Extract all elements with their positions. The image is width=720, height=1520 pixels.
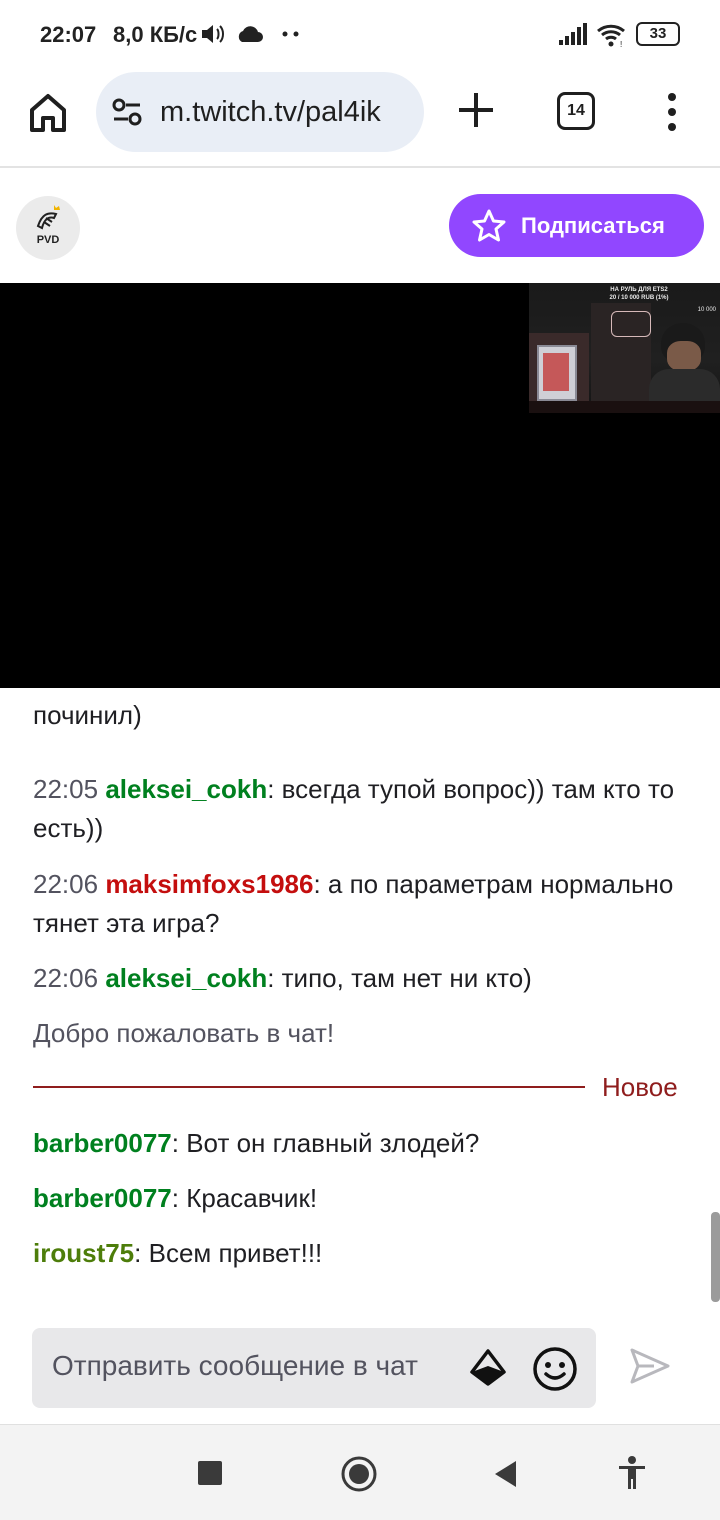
- emote-picker-icon[interactable]: [532, 1346, 578, 1392]
- message-text: : Всем привет!!!: [134, 1238, 323, 1268]
- status-bar: 22:07 8,0 КБ/с ! 33: [0, 0, 720, 68]
- network-speed: 8,0 КБ/с: [113, 22, 198, 47]
- chat-scrollbar[interactable]: [711, 1212, 720, 1302]
- volume-icon: [202, 25, 224, 43]
- message-time: 22:06: [33, 869, 99, 899]
- message-username[interactable]: barber0077: [33, 1183, 172, 1213]
- channel-header: PVD Подписаться: [0, 170, 720, 283]
- home-icon[interactable]: [26, 90, 70, 134]
- chat-message-partial: починил): [33, 688, 693, 735]
- system-navigation-bar: [0, 1424, 720, 1520]
- message-text: : Вот он главный злодей?: [171, 1128, 480, 1158]
- battery-level: 33: [649, 25, 667, 42]
- home-nav-icon[interactable]: [340, 1455, 378, 1493]
- chat-message: 22:06 aleksei_cokh: типо, там нет ни кто…: [33, 959, 693, 998]
- message-username[interactable]: barber0077: [33, 1128, 172, 1158]
- subscribe-button[interactable]: Подписаться: [449, 194, 704, 257]
- chat-message: barber0077: Вот он главный злодей?: [33, 1124, 693, 1163]
- site-settings-icon[interactable]: [112, 98, 142, 126]
- more-notifications-icon: [282, 31, 299, 37]
- battery-icon: 33: [636, 22, 680, 46]
- back-icon[interactable]: [492, 1459, 518, 1489]
- webcam-scene: [529, 283, 720, 413]
- chat-panel: починил) 22:05 aleksei_cokh: всегда тупо…: [0, 688, 720, 1308]
- channel-avatar[interactable]: PVD: [16, 196, 80, 260]
- message-time: 22:05: [33, 774, 99, 804]
- message-text: починил): [33, 700, 142, 730]
- bits-icon[interactable]: [468, 1348, 508, 1388]
- wifi-icon: !: [597, 24, 625, 48]
- browser-toolbar: m.twitch.tv/pal4ik 14: [0, 68, 720, 168]
- message-text: : типо, там нет ни кто): [267, 963, 532, 993]
- cloud-icon: [238, 26, 263, 42]
- message-time: 22:06: [33, 963, 99, 993]
- status-time: 22:07: [40, 22, 97, 47]
- chat-composer: Отправить сообщение в чат: [0, 1308, 720, 1424]
- welcome-message: Добро пожаловать в чат!: [33, 1018, 335, 1048]
- accessibility-icon[interactable]: [616, 1455, 648, 1491]
- donation-goal-title: НА РУЛЬ ДЛЯ ETS2: [610, 287, 668, 293]
- recents-icon[interactable]: [198, 1461, 222, 1485]
- message-username[interactable]: iroust75: [33, 1238, 134, 1268]
- new-tab-icon[interactable]: [456, 90, 496, 130]
- more-menu-icon[interactable]: [662, 92, 682, 132]
- new-messages-label: Новое: [602, 1072, 678, 1102]
- chat-message: 22:06 maksimfoxs1986: а по параметрам но…: [33, 865, 693, 943]
- signal-icon: [559, 23, 587, 45]
- url-text: m.twitch.tv/pal4ik: [160, 96, 381, 128]
- message-text: : Красавчик!: [171, 1183, 318, 1213]
- chat-message: 22:05 aleksei_cokh: всегда тупой вопрос)…: [33, 770, 693, 848]
- subscribe-label: Подписаться: [521, 213, 665, 238]
- avatar-logo-icon: [36, 205, 60, 230]
- message-username[interactable]: aleksei_cokh: [105, 774, 267, 804]
- chat-message: iroust75: Всем привет!!!: [33, 1234, 693, 1273]
- donation-goal-target: 10 000: [697, 307, 716, 313]
- webcam-overlay: НА РУЛЬ ДЛЯ ETS2 20 / 10 000 RUB (1%) 10…: [529, 283, 720, 413]
- donation-goal-caption: НА РУЛЬ ДЛЯ ETS2 20 / 10 000 RUB (1%): [599, 286, 679, 302]
- donation-goal-progress: 20 / 10 000 RUB (1%): [609, 295, 669, 301]
- chat-input-placeholder: Отправить сообщение в чат: [52, 1350, 418, 1381]
- chat-input[interactable]: Отправить сообщение в чат: [32, 1328, 596, 1408]
- avatar-label: PVD: [36, 234, 60, 246]
- chat-message: barber0077: Красавчик!: [33, 1179, 693, 1218]
- send-icon[interactable]: [628, 1346, 672, 1386]
- new-messages-divider: [33, 1086, 585, 1088]
- star-icon: [472, 209, 506, 242]
- address-bar[interactable]: m.twitch.tv/pal4ik: [96, 72, 424, 152]
- video-player[interactable]: НА РУЛЬ ДЛЯ ETS2 20 / 10 000 RUB (1%) 10…: [0, 283, 720, 688]
- message-username[interactable]: maksimfoxs1986: [105, 869, 313, 899]
- tab-switcher-button[interactable]: 14: [557, 92, 595, 130]
- clipped-line: [33, 688, 693, 696]
- message-username[interactable]: aleksei_cokh: [105, 963, 267, 993]
- svg-text:!: !: [620, 40, 622, 48]
